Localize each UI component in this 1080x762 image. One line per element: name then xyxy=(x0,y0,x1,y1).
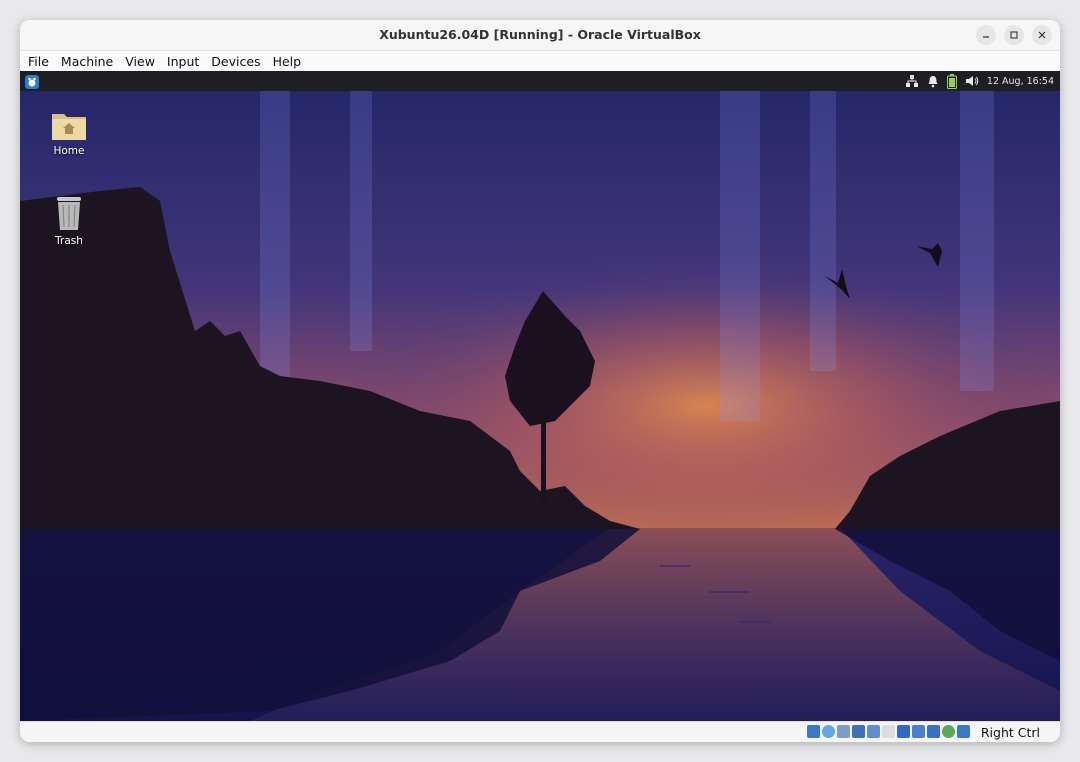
home-folder-icon xyxy=(52,114,86,140)
minimize-icon xyxy=(983,36,989,38)
whisker-menu-button[interactable] xyxy=(25,74,39,89)
desktop-icon-home[interactable]: Home xyxy=(29,108,109,157)
menu-input[interactable]: Input xyxy=(167,54,199,69)
virtualbox-window: Xubuntu26.04D [Running] - Oracle Virtual… xyxy=(20,20,1060,742)
host-key-label: Right Ctrl xyxy=(980,725,1040,740)
xfce-top-panel: 12 Aug, 16:54 xyxy=(20,71,1060,91)
minimize-button[interactable] xyxy=(976,25,996,45)
video-capture-icon[interactable] xyxy=(912,725,925,738)
system-tray: 12 Aug, 16:54 xyxy=(905,71,1054,91)
vm-state-icon[interactable] xyxy=(927,725,940,738)
cpu-icon[interactable] xyxy=(942,725,955,738)
menu-bar: File Machine View Input Devices Help xyxy=(20,51,1060,72)
desktop-icon-trash-label: Trash xyxy=(55,235,83,247)
maximize-icon xyxy=(1010,31,1018,39)
optical-drive-icon[interactable] xyxy=(822,725,835,738)
display-icon[interactable] xyxy=(897,725,910,738)
mouse-integration-icon[interactable] xyxy=(957,725,970,738)
notification-bell-icon[interactable] xyxy=(927,74,939,88)
menu-view[interactable]: View xyxy=(125,54,155,69)
window-controls xyxy=(976,25,1052,45)
close-button[interactable] xyxy=(1032,25,1052,45)
status-bar: Right Ctrl xyxy=(20,721,1060,742)
usb-icon[interactable] xyxy=(867,725,880,738)
volume-icon[interactable] xyxy=(965,74,979,88)
hard-disk-icon[interactable] xyxy=(807,725,820,738)
device-status-icons xyxy=(807,725,970,738)
desktop-icon-trash[interactable]: Trash xyxy=(29,194,109,247)
battery-icon[interactable] xyxy=(946,73,957,89)
shared-folders-icon[interactable] xyxy=(882,725,895,738)
desktop-wallpaper xyxy=(20,91,1060,721)
audio-icon[interactable] xyxy=(837,725,850,738)
desktop-icon-home-label: Home xyxy=(53,145,85,157)
network-icon[interactable] xyxy=(905,74,919,88)
window-title: Xubuntu26.04D [Running] - Oracle Virtual… xyxy=(379,27,701,42)
network-adapter-icon[interactable] xyxy=(852,725,865,738)
title-bar[interactable]: Xubuntu26.04D [Running] - Oracle Virtual… xyxy=(20,20,1060,51)
vm-display[interactable]: 12 Aug, 16:54 Home Trash xyxy=(20,71,1060,721)
close-icon xyxy=(1038,31,1046,39)
menu-help[interactable]: Help xyxy=(273,54,302,69)
maximize-button[interactable] xyxy=(1004,25,1024,45)
menu-devices[interactable]: Devices xyxy=(211,54,260,69)
panel-clock[interactable]: 12 Aug, 16:54 xyxy=(987,76,1054,87)
menu-machine[interactable]: Machine xyxy=(61,54,113,69)
trash-icon xyxy=(57,197,81,230)
xfce-mouse-icon xyxy=(25,75,39,89)
menu-file[interactable]: File xyxy=(28,54,49,69)
